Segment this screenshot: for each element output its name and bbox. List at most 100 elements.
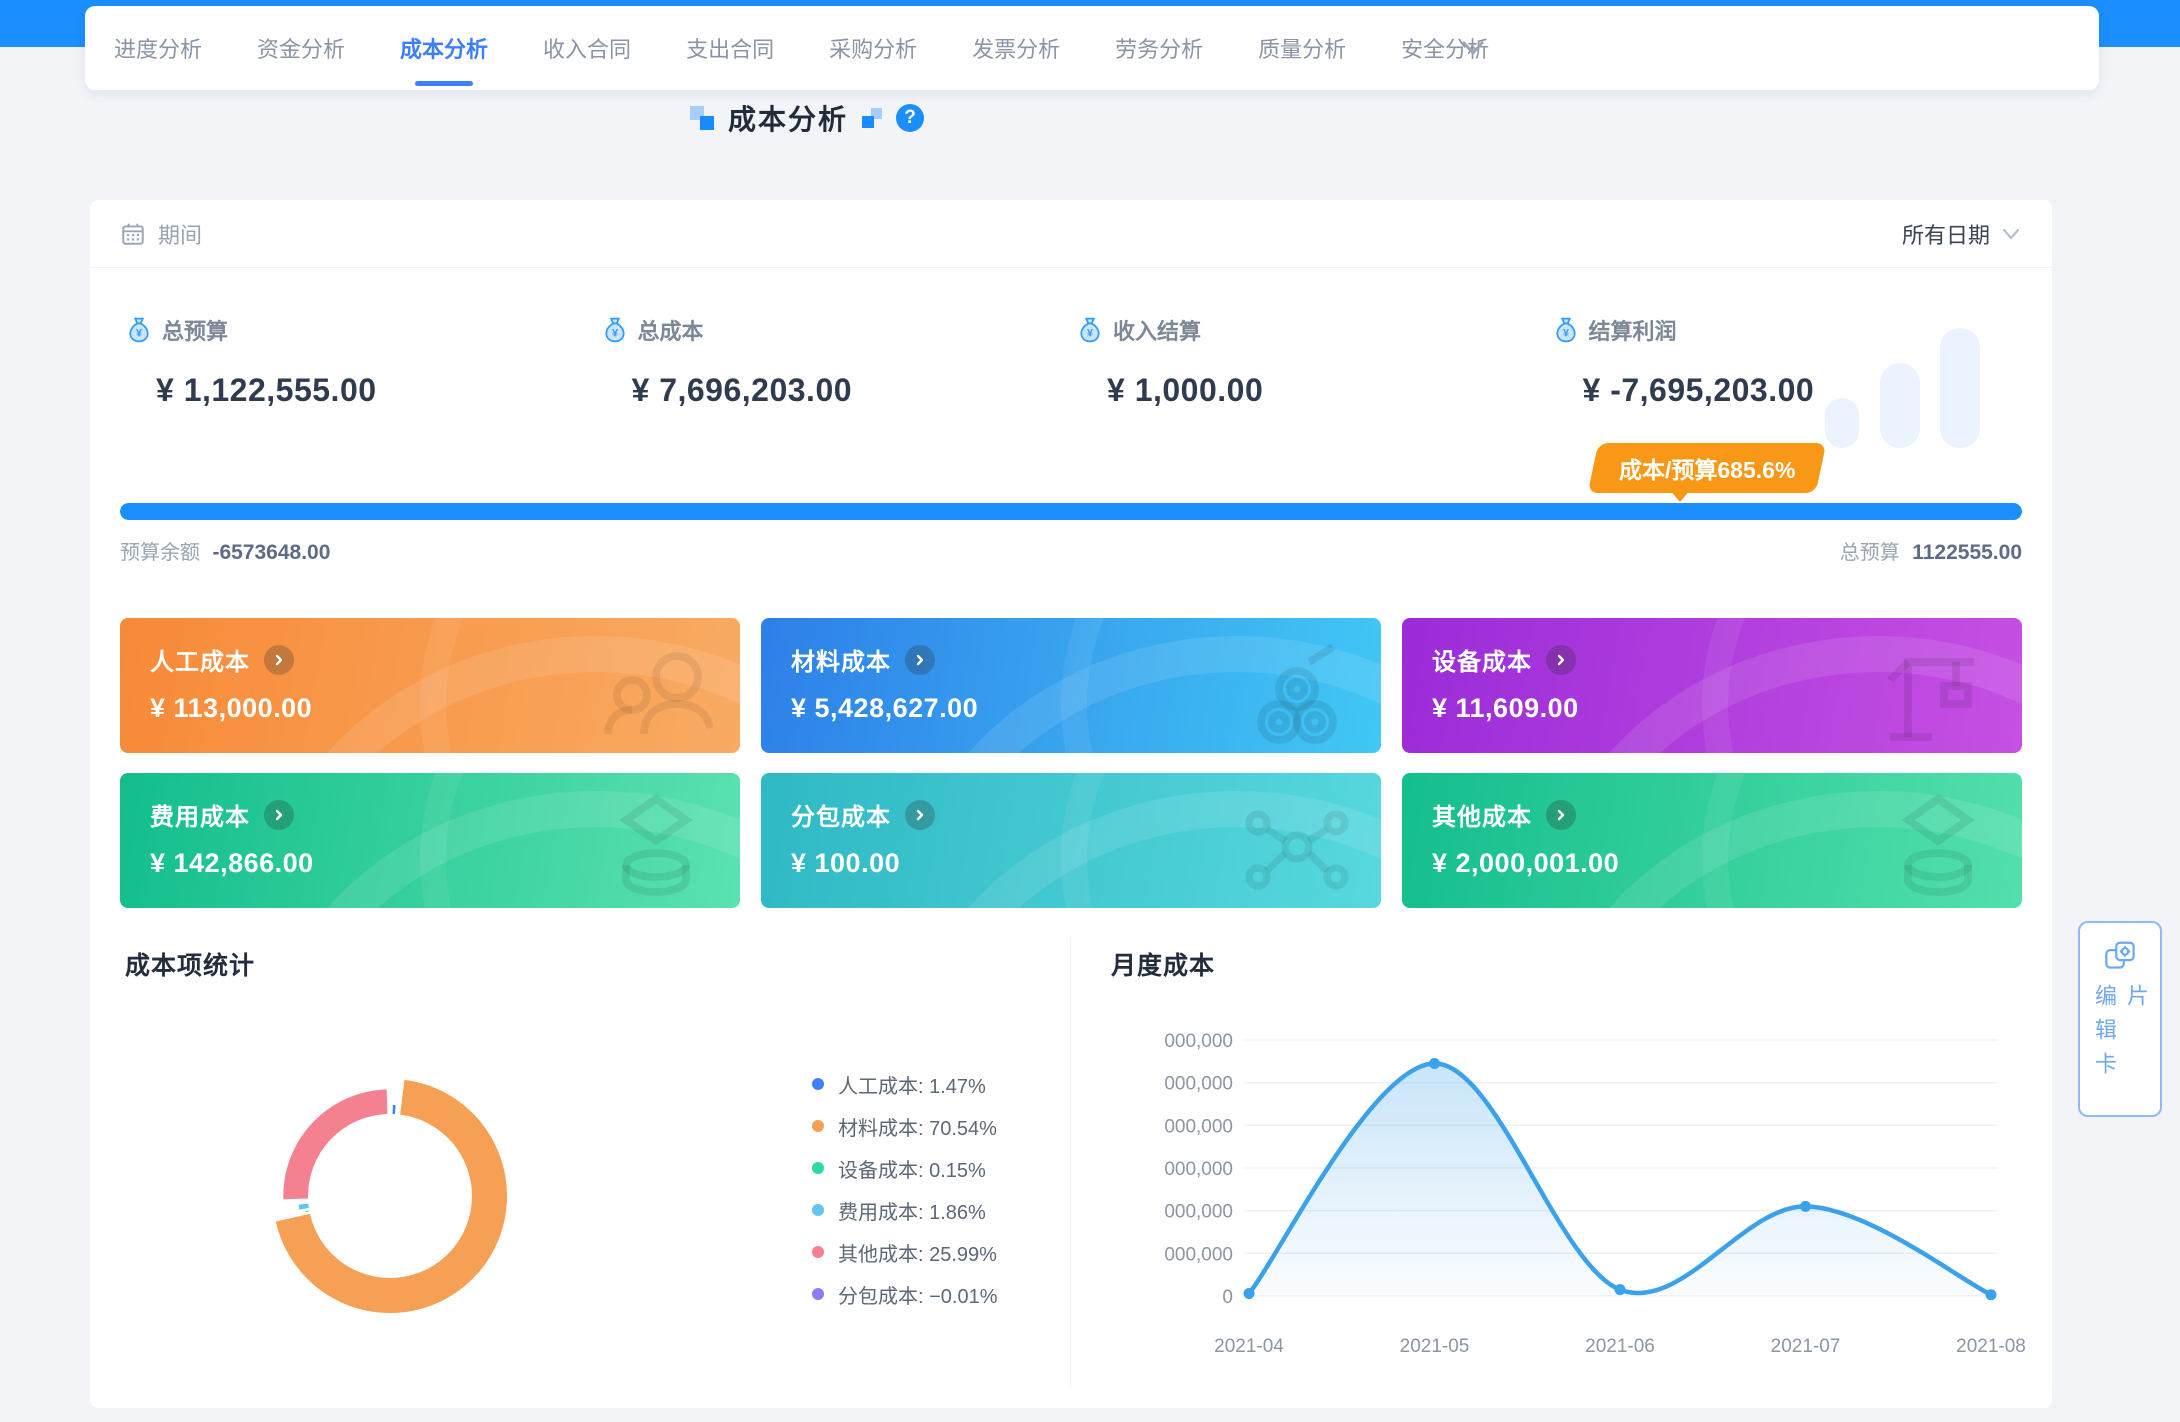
y-axis-tick: 2,000,000 bbox=[1165, 1202, 1233, 1223]
card-title: 分包成本 bbox=[791, 797, 891, 832]
kpi-total-cost: ¥ 总成本 ¥ 7,696,203.00 bbox=[596, 268, 1072, 503]
charts-row: 成本项统计 人工成本: 1.47% 材料成本: 70.54% 设备成本: 0.15%… bbox=[90, 938, 2052, 1408]
cost-item-stats-section: 成本项统计 人工成本: 1.47% 材料成本: 70.54% 设备成本: 0.15%… bbox=[90, 938, 1071, 1386]
kpi-value: ¥ 7,696,203.00 bbox=[632, 372, 1072, 409]
donut-slice-4[interactable] bbox=[283, 1089, 387, 1199]
card-title: 设备成本 bbox=[1432, 642, 1532, 677]
coins-icon bbox=[596, 792, 716, 902]
x-axis-tick: 2021-06 bbox=[1585, 1336, 1655, 1357]
legend-dot bbox=[812, 1120, 824, 1132]
budget-remaining-value: -6573648.00 bbox=[212, 541, 330, 564]
card-subcontract-cost[interactable]: 分包成本 ¥ 100.00 bbox=[761, 773, 1381, 908]
period-label-group: 期间 bbox=[120, 218, 202, 250]
chevron-down-icon[interactable] bbox=[1455, 32, 1491, 64]
legend-dot bbox=[812, 1246, 824, 1258]
date-range-select[interactable]: 所有日期 bbox=[1902, 218, 2022, 250]
budget-bar-labels: 预算余额 -6573648.00 总预算 1122555.00 bbox=[120, 536, 2022, 565]
card-material-cost[interactable]: 材料成本 ¥ 5,428,627.00 bbox=[761, 618, 1381, 753]
edit-cards-label: 编辑卡片 bbox=[2088, 984, 2152, 1115]
tab-expense-contract[interactable]: 支出合同 bbox=[672, 6, 788, 90]
data-point-2[interactable] bbox=[1615, 1284, 1626, 1295]
budget-total: 总预算 1122555.00 bbox=[1840, 536, 2022, 565]
tab-progress-analysis[interactable]: 进度分析 bbox=[100, 6, 216, 90]
data-point-3[interactable] bbox=[1800, 1201, 1811, 1212]
page-title-row: 成本分析 ? bbox=[690, 96, 924, 140]
data-point-0[interactable] bbox=[1244, 1288, 1255, 1299]
kpi-label: 总成本 bbox=[638, 314, 704, 346]
budget-progress-bar bbox=[120, 503, 2022, 520]
card-expense-cost[interactable]: 费用成本 ¥ 142,866.00 bbox=[120, 773, 740, 908]
tab-procurement-analysis[interactable]: 采购分析 bbox=[815, 6, 931, 90]
arrow-right-icon[interactable] bbox=[1546, 645, 1576, 675]
tab-cost-analysis[interactable]: 成本分析 bbox=[386, 6, 502, 90]
line-chart-title: 月度成本 bbox=[1111, 946, 1215, 982]
budget-total-label: 总预算 bbox=[1840, 542, 1900, 564]
arrow-right-icon[interactable] bbox=[905, 800, 935, 830]
ratio-badge-text: 成本/预算685.6% bbox=[1619, 451, 1795, 485]
card-equipment-cost[interactable]: 设备成本 ¥ 11,609.00 bbox=[1402, 618, 2022, 753]
money-bag-icon: ¥ bbox=[602, 317, 628, 343]
badge-pointer bbox=[1669, 489, 1691, 502]
legend-label: 设备成本: 0.15% bbox=[838, 1154, 986, 1183]
data-point-4[interactable] bbox=[1986, 1289, 1997, 1300]
donut-slice-1[interactable] bbox=[276, 1080, 507, 1313]
tab-funds-analysis[interactable]: 资金分析 bbox=[243, 6, 359, 90]
card-title: 材料成本 bbox=[791, 642, 891, 677]
y-axis-tick: 6,000,000 bbox=[1165, 1031, 1233, 1052]
cost-budget-ratio-badge: 成本/预算685.6% bbox=[1593, 443, 1821, 493]
svg-text:¥: ¥ bbox=[611, 328, 617, 340]
money-bag-icon: ¥ bbox=[126, 317, 152, 343]
kpi-value: ¥ 1,000.00 bbox=[1107, 372, 1547, 409]
monthly-cost-line-chart: 01,000,0002,000,0003,000,0004,000,0005,0… bbox=[1165, 1018, 2025, 1378]
x-axis-tick: 2021-05 bbox=[1400, 1336, 1470, 1357]
legend-item-2[interactable]: 设备成本: 0.15% bbox=[812, 1154, 998, 1182]
help-icon[interactable]: ? bbox=[896, 104, 924, 132]
date-range-value: 所有日期 bbox=[1902, 218, 1990, 250]
svg-text:¥: ¥ bbox=[1562, 328, 1568, 340]
y-axis-tick: 0 bbox=[1222, 1287, 1233, 1308]
tab-invoice-analysis[interactable]: 发票分析 bbox=[958, 6, 1074, 90]
svg-text:¥: ¥ bbox=[136, 328, 142, 340]
legend-dot bbox=[812, 1078, 824, 1090]
y-axis-tick: 5,000,000 bbox=[1165, 1074, 1233, 1095]
y-axis-tick: 4,000,000 bbox=[1165, 1116, 1233, 1137]
kpi-label: 结算利润 bbox=[1589, 314, 1677, 346]
kpi-value: ¥ 1,122,555.00 bbox=[156, 372, 596, 409]
donut-slice-2[interactable] bbox=[305, 1211, 309, 1212]
data-point-1[interactable] bbox=[1429, 1058, 1440, 1069]
y-axis-tick: 1,000,000 bbox=[1165, 1244, 1233, 1265]
donut-slice-0[interactable] bbox=[393, 1105, 396, 1114]
legend-item-5[interactable]: 分包成本: −0.01% bbox=[812, 1280, 998, 1308]
kpi-label: 总预算 bbox=[162, 314, 228, 346]
monthly-cost-section: 月度成本 01,000,0002,000,0003,000,0004,000,0… bbox=[1071, 938, 2052, 1408]
network-icon bbox=[1237, 792, 1357, 902]
legend-item-4[interactable]: 其他成本: 25.99% bbox=[812, 1238, 998, 1266]
pie-legend: 人工成本: 1.47% 材料成本: 70.54% 设备成本: 0.15% 费用成本: … bbox=[812, 1070, 998, 1322]
budget-total-value: 1122555.00 bbox=[1912, 541, 2022, 564]
svg-text:¥: ¥ bbox=[1087, 328, 1093, 340]
chevron-down-icon bbox=[2000, 226, 2022, 242]
legend-label: 分包成本: −0.01% bbox=[838, 1280, 998, 1309]
card-labor-cost[interactable]: 人工成本 ¥ 113,000.00 bbox=[120, 618, 740, 753]
arrow-right-icon[interactable] bbox=[1546, 800, 1576, 830]
legend-item-0[interactable]: 人工成本: 1.47% bbox=[812, 1070, 998, 1098]
tab-quality-analysis[interactable]: 质量分析 bbox=[1244, 6, 1360, 90]
cost-analysis-page: 进度分析 资金分析 成本分析 收入合同 支出合同 采购分析 发票分析 劳务分析 … bbox=[0, 0, 2180, 1422]
tab-labor-analysis[interactable]: 劳务分析 bbox=[1101, 6, 1217, 90]
pipes-icon bbox=[1237, 637, 1357, 747]
period-label: 期间 bbox=[158, 218, 202, 250]
edit-cards-button[interactable]: 编辑卡片 bbox=[2078, 921, 2162, 1117]
tab-income-contract[interactable]: 收入合同 bbox=[529, 6, 645, 90]
legend-item-1[interactable]: 材料成本: 70.54% bbox=[812, 1112, 998, 1140]
arrow-right-icon[interactable] bbox=[264, 800, 294, 830]
legend-item-3[interactable]: 费用成本: 1.86% bbox=[812, 1196, 998, 1224]
arrow-right-icon[interactable] bbox=[264, 645, 294, 675]
donut-slice-3[interactable] bbox=[299, 1204, 309, 1210]
legend-dot bbox=[812, 1288, 824, 1300]
cost-analysis-panel: 期间 所有日期 ¥ 总预算 ¥ 1,122,555.00 ¥ 总成本 ¥ 7,6… bbox=[90, 200, 2052, 1408]
card-other-cost[interactable]: 其他成本 ¥ 2,000,001.00 bbox=[1402, 773, 2022, 908]
pie-chart-title: 成本项统计 bbox=[125, 946, 255, 982]
budget-remaining: 预算余额 -6573648.00 bbox=[120, 536, 330, 565]
legend-label: 其他成本: 25.99% bbox=[838, 1238, 997, 1267]
arrow-right-icon[interactable] bbox=[905, 645, 935, 675]
